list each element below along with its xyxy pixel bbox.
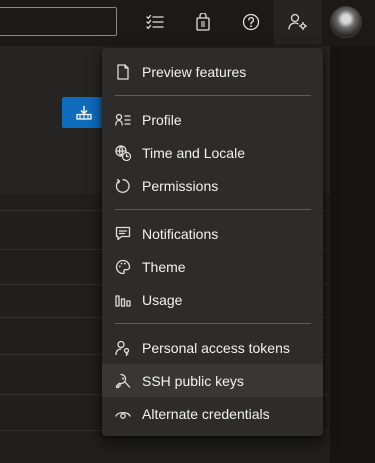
menu-divider — [115, 209, 311, 210]
shopping-bag-icon[interactable] — [189, 8, 217, 36]
person-key-icon — [115, 340, 131, 356]
eye-icon — [115, 406, 131, 422]
chat-bubble-icon — [115, 226, 131, 242]
menu-item-label: Permissions — [142, 177, 219, 194]
menu-item-notifications[interactable]: Notifications — [102, 217, 323, 250]
document-icon — [115, 63, 131, 80]
menu-item-preview-features[interactable]: Preview features — [102, 55, 323, 88]
help-icon[interactable] — [237, 8, 265, 36]
menu-item-ssh-public-keys[interactable]: SSH public keys — [102, 364, 323, 397]
menu-item-label: Time and Locale — [142, 144, 245, 161]
menu-item-profile[interactable]: Profile — [102, 103, 323, 136]
menu-item-label: Preview features — [142, 63, 247, 80]
user-settings-menu: Preview features Profile Time and Locale — [102, 48, 323, 436]
menu-item-time-and-locale[interactable]: Time and Locale — [102, 136, 323, 169]
menu-item-permissions[interactable]: Permissions — [102, 169, 323, 202]
menu-item-theme[interactable]: Theme — [102, 250, 323, 283]
checklist-icon[interactable] — [141, 8, 169, 36]
key-icon — [115, 373, 131, 389]
menu-item-label: Usage — [142, 291, 183, 308]
top-bar — [0, 0, 375, 45]
menu-item-label: Personal access tokens — [142, 339, 290, 356]
menu-item-label: Profile — [142, 111, 182, 128]
menu-item-label: Theme — [142, 258, 186, 275]
menu-item-personal-access-tokens[interactable]: Personal access tokens — [102, 331, 323, 364]
menu-item-label: Alternate credentials — [142, 405, 270, 422]
menu-item-label: Notifications — [142, 225, 219, 242]
menu-divider — [115, 323, 311, 324]
palette-icon — [115, 259, 131, 275]
profile-card-icon — [115, 112, 131, 128]
user-settings-button[interactable] — [274, 0, 322, 45]
search-input[interactable] — [0, 7, 117, 36]
globe-clock-icon — [115, 144, 131, 161]
download-button[interactable] — [62, 97, 106, 128]
menu-item-alternate-credentials[interactable]: Alternate credentials — [102, 397, 323, 430]
menu-divider — [115, 95, 311, 96]
user-settings-icon — [284, 8, 312, 36]
right-panel-edge — [330, 46, 375, 463]
avatar[interactable] — [330, 6, 362, 38]
menu-item-usage[interactable]: Usage — [102, 283, 323, 316]
download-icon — [76, 105, 92, 120]
menu-item-label: SSH public keys — [142, 372, 244, 389]
bar-chart-icon — [115, 292, 131, 308]
refresh-circle-icon — [115, 178, 131, 194]
